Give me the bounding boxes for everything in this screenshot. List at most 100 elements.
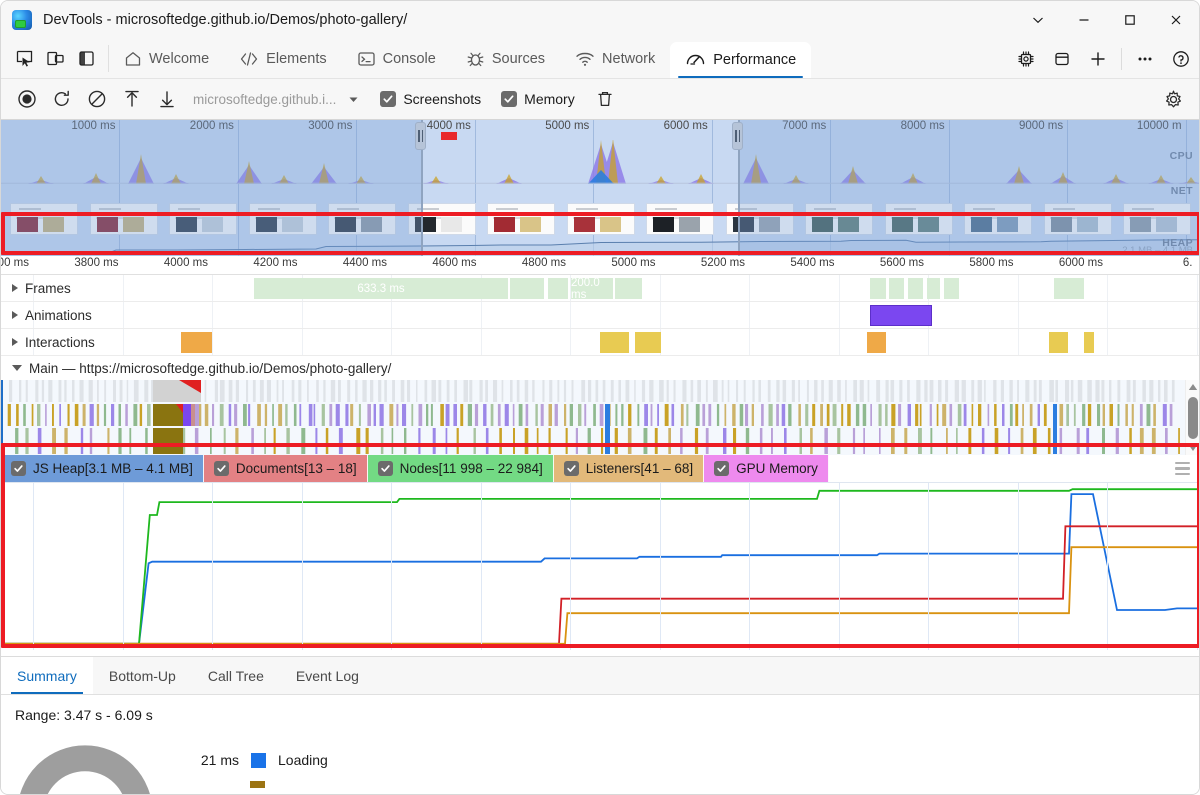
minimize-icon[interactable] [1061, 1, 1107, 39]
memory-counter-chip[interactable]: GPU Memory [704, 455, 829, 482]
selection-start-handle[interactable] [415, 122, 426, 150]
screenshots-checkbox[interactable]: Screenshots [380, 91, 481, 107]
track-header-animations[interactable]: Animations [1, 302, 92, 328]
memory-chart[interactable] [1, 483, 1199, 650]
filmstrip-screenshot[interactable] [487, 203, 555, 235]
filmstrip-screenshot[interactable] [567, 203, 635, 235]
memory-label: Memory [524, 91, 575, 107]
download-arrow-icon[interactable] [150, 84, 183, 114]
detail-timeline-ruler[interactable]: 3600 ms3800 ms4000 ms4200 ms4400 ms4600 … [1, 256, 1199, 275]
frame-event[interactable] [944, 278, 959, 299]
filmstrip-screenshot[interactable] [1123, 203, 1191, 235]
caret-down-icon[interactable] [347, 93, 360, 106]
interaction-event[interactable] [1049, 332, 1068, 353]
memory-counter-chip[interactable]: Listeners[41 – 68] [554, 455, 704, 482]
details-tabs: SummaryBottom-UpCall TreeEvent Log [1, 657, 1199, 695]
filmstrip-screenshot[interactable] [805, 203, 873, 235]
interaction-event[interactable] [635, 332, 661, 353]
frame-event[interactable] [615, 278, 642, 299]
main-flame-chart[interactable] [1, 380, 1199, 455]
filmstrip-screenshot[interactable] [169, 203, 237, 235]
filmstrip-screenshot[interactable] [885, 203, 953, 235]
database-icon[interactable] [1044, 40, 1080, 78]
question-circle-icon[interactable] [1163, 40, 1199, 78]
timeline-red-marker [441, 132, 457, 140]
expand-triangle-icon[interactable] [12, 284, 18, 292]
ellipsis-icon[interactable] [1127, 40, 1163, 78]
scroll-down-arrow-icon[interactable] [1187, 442, 1199, 454]
dock-panel-icon[interactable] [71, 45, 102, 73]
collapse-triangle-icon[interactable] [12, 365, 22, 371]
interaction-event[interactable] [867, 332, 886, 353]
frame-event[interactable] [927, 278, 940, 299]
maximize-icon[interactable] [1107, 1, 1153, 39]
scroll-up-arrow-icon[interactable] [1187, 381, 1199, 393]
trash-icon[interactable] [589, 84, 622, 114]
animation-event[interactable] [870, 305, 932, 326]
frame-event[interactable]: 633.3 ms [254, 278, 508, 299]
expand-triangle-icon[interactable] [12, 338, 18, 346]
expand-triangle-icon[interactable] [12, 311, 18, 319]
gridline [391, 483, 392, 650]
tab-welcome[interactable]: Welcome [109, 39, 224, 78]
tab-sources[interactable]: Sources [451, 39, 560, 78]
tab-network[interactable]: Network [560, 39, 670, 78]
selection-end-handle[interactable] [732, 122, 743, 150]
filmstrip-screenshot[interactable] [964, 203, 1032, 235]
flame-chart-scrollbar[interactable] [1185, 380, 1199, 455]
details-tab-event-log[interactable]: Event Log [280, 657, 375, 694]
tab-performance[interactable]: Performance [670, 42, 811, 78]
interaction-event[interactable] [1084, 332, 1094, 353]
memory-checkbox[interactable]: Memory [501, 91, 575, 107]
refresh-icon[interactable] [45, 84, 78, 114]
record-circle-icon[interactable] [10, 84, 43, 114]
filmstrip-screenshot[interactable] [726, 203, 794, 235]
device-toolbar-icon[interactable] [40, 45, 71, 73]
details-tab-summary[interactable]: Summary [1, 657, 93, 694]
memory-counter-chip[interactable]: JS Heap[3.1 MB – 4.1 MB] [1, 455, 204, 482]
memory-counter-chip[interactable]: Nodes[11 998 – 22 984] [368, 455, 554, 482]
interaction-event[interactable] [600, 332, 629, 353]
chip-icon[interactable] [1008, 40, 1044, 78]
frame-event[interactable] [548, 278, 568, 299]
no-entry-icon[interactable] [80, 84, 113, 114]
filmstrip-screenshot[interactable] [90, 203, 158, 235]
track-main[interactable]: Main — https://microsoftedge.github.io/D… [1, 356, 1199, 380]
details-tab-call-tree[interactable]: Call Tree [192, 657, 280, 694]
filmstrip-screenshot[interactable] [249, 203, 317, 235]
detail-tick-label: 4200 ms [253, 257, 301, 269]
filmstrip-screenshot[interactable] [10, 203, 78, 235]
frame-event[interactable]: 200.0 ms [571, 278, 613, 299]
track-header-frames[interactable]: Frames [1, 275, 71, 301]
frame-event[interactable] [1054, 278, 1084, 299]
track-header-main[interactable]: Main — https://microsoftedge.github.io/D… [1, 356, 391, 380]
cursor-select-icon[interactable] [9, 45, 40, 73]
frame-event[interactable] [510, 278, 544, 299]
filmstrip-screenshot[interactable] [1044, 203, 1112, 235]
timeline-overview[interactable]: 1000 ms2000 ms3000 ms4000 ms5000 ms6000 … [1, 120, 1199, 256]
track-animations[interactable]: Animations [1, 302, 1199, 329]
close-icon[interactable] [1153, 1, 1199, 39]
interaction-event[interactable] [181, 332, 212, 353]
flame-chart-bars[interactable] [1, 380, 1187, 455]
track-frames[interactable]: 633.3 ms 200.0 ms Frames [1, 275, 1199, 302]
details-tab-bottom-up[interactable]: Bottom-Up [93, 657, 192, 694]
upload-arrow-icon[interactable] [115, 84, 148, 114]
filmstrip-screenshot[interactable] [328, 203, 396, 235]
memory-menu-icon[interactable] [1166, 455, 1199, 482]
frame-event[interactable] [908, 278, 923, 299]
scrollbar-thumb[interactable] [1188, 397, 1198, 439]
overview-filmstrip[interactable] [1, 201, 1199, 237]
track-interactions[interactable]: Interactions [1, 329, 1199, 356]
filmstrip-screenshot[interactable] [646, 203, 714, 235]
memory-counter-chip[interactable]: Documents[13 – 18] [204, 455, 368, 482]
filmstrip-screenshot[interactable] [408, 203, 476, 235]
tab-elements[interactable]: Elements [224, 39, 341, 78]
chevron-down-icon[interactable] [1015, 1, 1061, 39]
tab-console[interactable]: Console [342, 39, 451, 78]
plus-icon[interactable] [1080, 40, 1116, 78]
frame-event[interactable] [889, 278, 904, 299]
track-header-interactions[interactable]: Interactions [1, 329, 95, 355]
frame-event[interactable] [870, 278, 886, 299]
gear-icon[interactable] [1157, 84, 1190, 114]
